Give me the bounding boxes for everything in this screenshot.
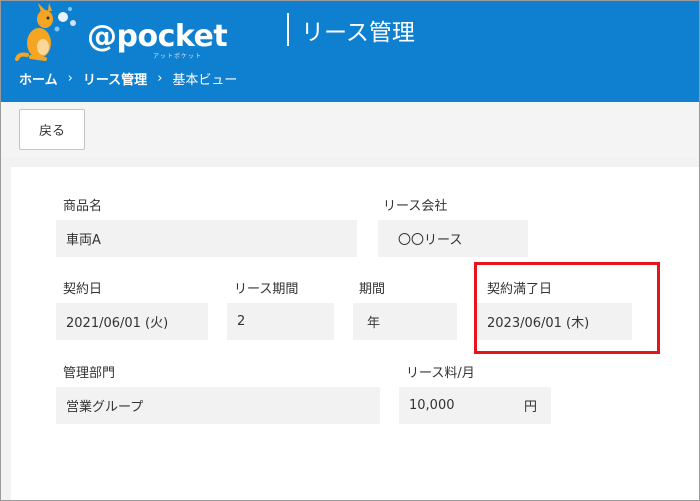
period-unit-field: 年 bbox=[353, 303, 457, 340]
lease-period-field: 2 bbox=[227, 303, 334, 340]
monthly-fee-field: 10,000 円 bbox=[399, 387, 551, 424]
lease-period-label: リース期間 bbox=[234, 282, 299, 297]
product-name-field: 車両A bbox=[56, 220, 357, 257]
monthly-fee-value: 10,000 bbox=[409, 398, 455, 413]
pocket-logo[interactable]: @pocket アットポケット bbox=[15, 3, 228, 63]
lease-company-field: 〇〇リース bbox=[378, 220, 528, 257]
monthly-fee-label: リース料/月 bbox=[406, 366, 475, 381]
app-title: リース管理 bbox=[301, 20, 415, 46]
department-label: 管理部門 bbox=[63, 366, 116, 381]
breadcrumb-home[interactable]: ホーム bbox=[19, 69, 58, 88]
back-button[interactable]: 戻る bbox=[19, 109, 85, 150]
window-frame: @pocket アットポケット リース管理 ホーム › リース管理 › 基本ビュ… bbox=[0, 0, 700, 501]
lease-company-label: リース会社 bbox=[383, 199, 448, 214]
department-field: 営業グループ bbox=[56, 387, 380, 424]
breadcrumb-basic-view: 基本ビュー bbox=[172, 73, 238, 88]
logo-subtext: アットポケット bbox=[153, 53, 203, 60]
breadcrumb: ホーム › リース管理 › 基本ビュー bbox=[19, 69, 237, 88]
monthly-fee-unit: 円 bbox=[523, 400, 537, 415]
breadcrumb-separator: › bbox=[157, 71, 163, 86]
app-header: @pocket アットポケット リース管理 ホーム › リース管理 › 基本ビュ… bbox=[1, 1, 699, 102]
highlight-box bbox=[474, 262, 660, 354]
logo-text: @pocket bbox=[87, 19, 228, 54]
breadcrumb-separator: › bbox=[67, 71, 73, 86]
product-name-label: 商品名 bbox=[63, 199, 103, 214]
breadcrumb-lease-management[interactable]: リース管理 bbox=[83, 69, 147, 88]
period-unit-label: 期間 bbox=[359, 282, 386, 297]
toolbar: 戻る bbox=[1, 102, 699, 158]
contract-date-field: 2021/06/01 (火) bbox=[56, 303, 208, 340]
contract-date-label: 契約日 bbox=[63, 282, 103, 297]
kangaroo-icon bbox=[15, 3, 76, 61]
title-divider bbox=[287, 13, 289, 46]
